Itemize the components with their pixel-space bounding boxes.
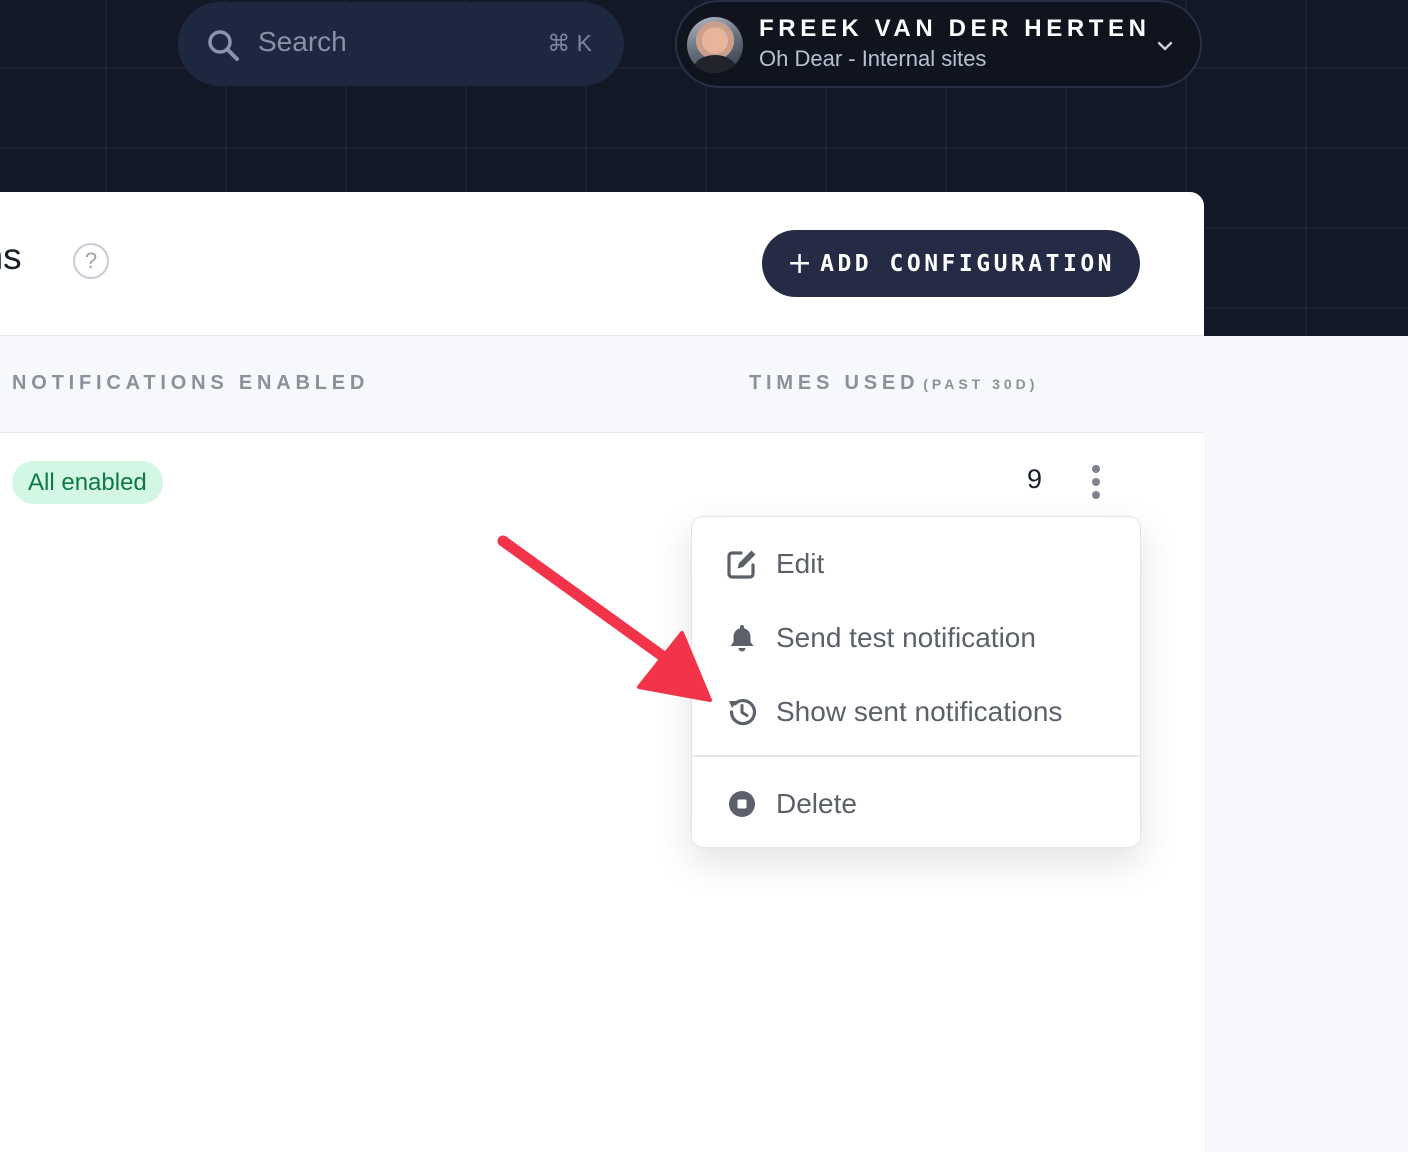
annotation-arrow-icon — [497, 535, 712, 702]
